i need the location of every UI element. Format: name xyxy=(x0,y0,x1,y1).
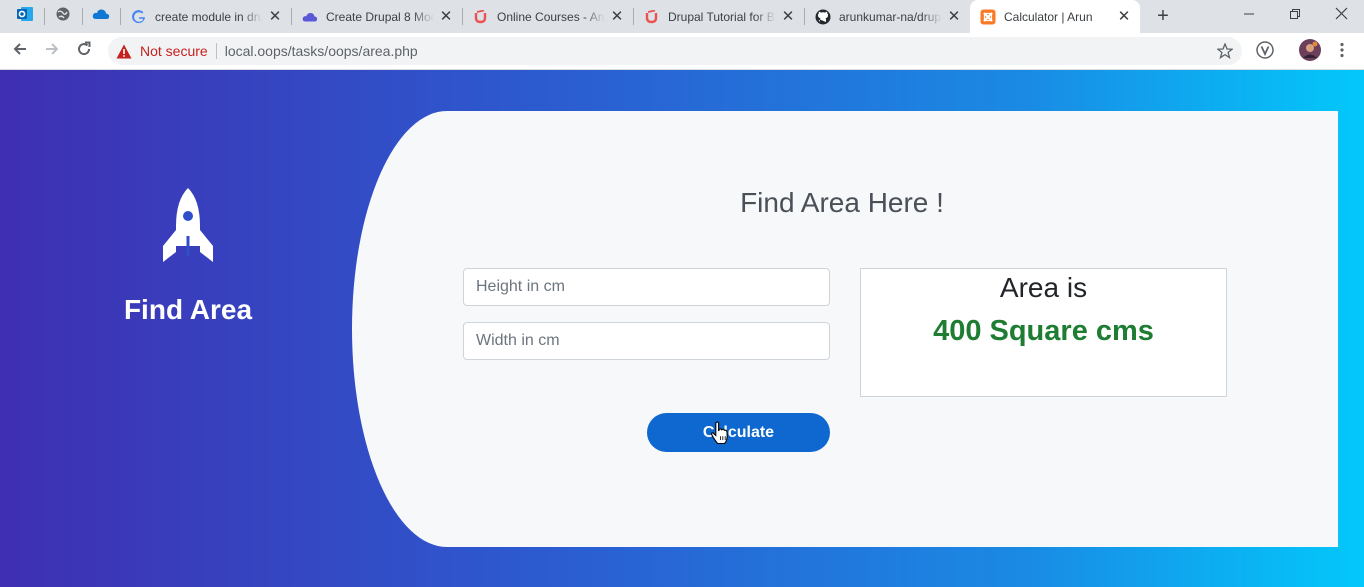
sidebar-brand: Find Area xyxy=(88,186,288,326)
profile-button[interactable] xyxy=(1296,38,1324,66)
tab-drupal-module[interactable]: Create Drupal 8 Module ✕ xyxy=(292,3,462,30)
plus-icon: + xyxy=(1157,4,1169,27)
close-tab-icon[interactable]: ✕ xyxy=(946,9,962,25)
restore-button[interactable] xyxy=(1272,0,1318,32)
tab-udemy-courses[interactable]: Online Courses - Anytime, Anywhere ✕ xyxy=(463,3,633,30)
close-window-button[interactable] xyxy=(1318,0,1364,32)
close-tab-icon[interactable]: ✕ xyxy=(1116,9,1132,25)
close-tab-icon[interactable]: ✕ xyxy=(438,9,454,25)
forward-button[interactable] xyxy=(38,37,66,65)
globe-icon xyxy=(55,6,71,27)
tab-pinned-globe[interactable] xyxy=(45,4,81,29)
form-heading-text: Find Area Here ! xyxy=(740,187,944,218)
width-input[interactable] xyxy=(463,322,830,360)
url-text[interactable]: local.oops/tasks/oops/area.php xyxy=(225,43,418,59)
avatar xyxy=(1299,38,1321,66)
result-box: Area is 400 Square cms xyxy=(860,268,1227,397)
tab-strip: create module in drupal 8 ✕ Create Drupa… xyxy=(0,0,1364,33)
restore-icon xyxy=(1289,7,1301,25)
sidebar-title: Find Area xyxy=(123,294,253,325)
close-icon xyxy=(1335,7,1348,25)
tab-github[interactable]: arunkumar-na/drupal ✕ xyxy=(805,3,970,30)
close-tab-icon[interactable]: ✕ xyxy=(609,9,625,25)
new-tab-button[interactable]: + xyxy=(1152,5,1174,27)
cloud-icon xyxy=(302,9,318,25)
tab-calculator-active[interactable]: Calculator | Arun ✕ xyxy=(970,0,1140,33)
calculator-card: Find Area Here ! Calculate Area is 400 S… xyxy=(352,111,1338,547)
reload-icon xyxy=(76,41,92,62)
close-tab-icon[interactable]: ✕ xyxy=(780,9,796,25)
extension-button[interactable] xyxy=(1251,38,1279,66)
result-label: Area is xyxy=(999,272,1088,303)
rocket-icon xyxy=(88,186,288,262)
calculate-button[interactable]: Calculate xyxy=(647,413,830,452)
browser-toolbar: Not secure local.oops/tasks/oops/area.ph… xyxy=(0,33,1364,70)
page-background: Find Area Find Area Here ! Calculate Are… xyxy=(0,70,1364,587)
warning-triangle-icon[interactable] xyxy=(116,43,132,59)
bookmark-star-icon[interactable] xyxy=(1216,42,1234,60)
tab-title: create module in drupal 8 xyxy=(155,9,263,24)
form-heading: Find Area Here ! xyxy=(352,187,1338,219)
tab-pinned-outlook[interactable] xyxy=(7,4,43,29)
vimeo-extension-icon xyxy=(1256,40,1274,64)
reload-button[interactable] xyxy=(70,37,98,65)
github-icon xyxy=(815,9,831,25)
tab-title: Drupal Tutorial for Beginners xyxy=(668,9,776,24)
close-tab-icon[interactable]: ✕ xyxy=(267,9,283,25)
back-button[interactable] xyxy=(6,37,34,65)
omnibox-divider xyxy=(215,43,217,59)
security-status[interactable]: Not secure xyxy=(140,43,208,59)
minimize-icon xyxy=(1243,7,1255,25)
tab-title: arunkumar-na/drupal xyxy=(839,9,942,24)
height-input[interactable] xyxy=(463,268,830,306)
outlook-icon xyxy=(16,5,34,28)
tab-pinned-onedrive[interactable] xyxy=(83,4,119,29)
minimize-button[interactable] xyxy=(1226,0,1272,32)
hand-pointer-icon xyxy=(710,421,730,450)
arrow-left-icon xyxy=(12,41,28,62)
udemy-icon xyxy=(473,9,489,25)
tab-title: Calculator | Arun xyxy=(1004,9,1093,24)
kebab-menu-icon xyxy=(1340,42,1344,63)
udemy-icon xyxy=(644,9,660,25)
onedrive-cloud-icon xyxy=(92,7,110,26)
tab-drupal-tutorial[interactable]: Drupal Tutorial for Beginners ✕ xyxy=(634,3,804,30)
arrow-right-icon xyxy=(44,41,60,62)
xampp-icon xyxy=(980,9,996,25)
tab-google-search[interactable]: create module in drupal 8 ✕ xyxy=(121,3,291,30)
google-icon xyxy=(131,9,147,25)
tab-title: Online Courses - Anytime, Anywhere xyxy=(497,9,605,24)
browser-menu-button[interactable] xyxy=(1328,38,1356,66)
address-bar[interactable]: Not secure local.oops/tasks/oops/area.ph… xyxy=(108,37,1242,65)
tab-title: Create Drupal 8 Module xyxy=(326,9,434,24)
result-value: 400 Square cms xyxy=(933,315,1154,347)
